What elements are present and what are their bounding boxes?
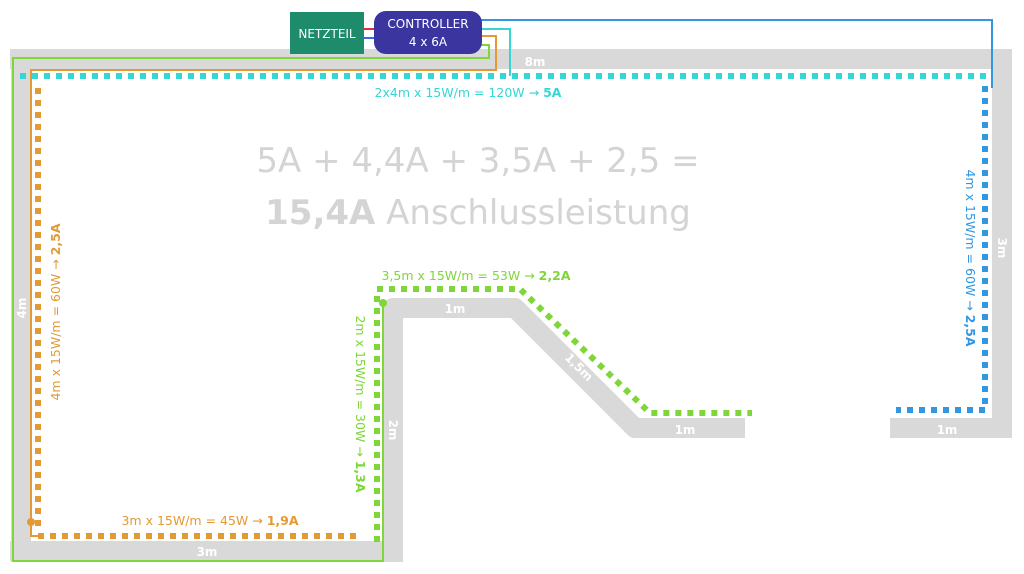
walls	[10, 49, 1012, 562]
netzteil-label: NETZTEIL	[298, 27, 356, 41]
wall-label-inner-vertical: 2m	[386, 420, 400, 441]
controller-box: CONTROLLER 4 x 6A	[374, 11, 482, 54]
wall-label-left: 4m	[15, 298, 29, 319]
green-junction-dot	[379, 299, 387, 307]
netzteil-box: NETZTEIL	[290, 12, 364, 54]
total-line2: 15,4A Anschlussleistung	[265, 193, 691, 233]
total-line1: 5A + 4,4A + 3,5A + 2,5 =	[256, 141, 699, 181]
led-wiring-diagram: 8m 3m 4m 3m 2m 1m 1,5m 1m 1m 2x4m x 15W/…	[0, 0, 1024, 574]
wall-label-right: 3m	[995, 238, 1009, 259]
total-summary: 5A + 4,4A + 3,5A + 2,5 = 15,4A Anschluss…	[256, 141, 699, 233]
wall-label-inner-bottom: 1m	[675, 423, 696, 437]
controller-rating: 4 x 6A	[409, 35, 448, 49]
diagram-canvas: 8m 3m 4m 3m 2m 1m 1,5m 1m 1m 2x4m x 15W/…	[10, 11, 1012, 562]
orange-junction-dot	[27, 518, 35, 526]
wall-label-bottom: 3m	[197, 545, 218, 559]
label-top: 2x4m x 15W/m = 120W → 5A	[375, 85, 562, 100]
label-left: 4m x 15W/m = 60W → 2,5A	[48, 223, 63, 400]
label-inner-vertical: 2m x 15W/m = 30W → 1,3A	[353, 315, 368, 492]
label-bottom: 3m x 15W/m = 45W → 1,9A	[121, 513, 298, 528]
wall-label-top: 8m	[525, 55, 546, 69]
wall-label-inner-top: 1m	[445, 302, 466, 316]
label-right: 4m x 15W/m = 60W → 2,5A	[963, 169, 978, 346]
controller-label: CONTROLLER	[387, 17, 468, 31]
wall-label-right-bottom: 1m	[937, 423, 958, 437]
label-inner-top: 3,5m x 15W/m = 53W → 2,2A	[382, 268, 571, 283]
